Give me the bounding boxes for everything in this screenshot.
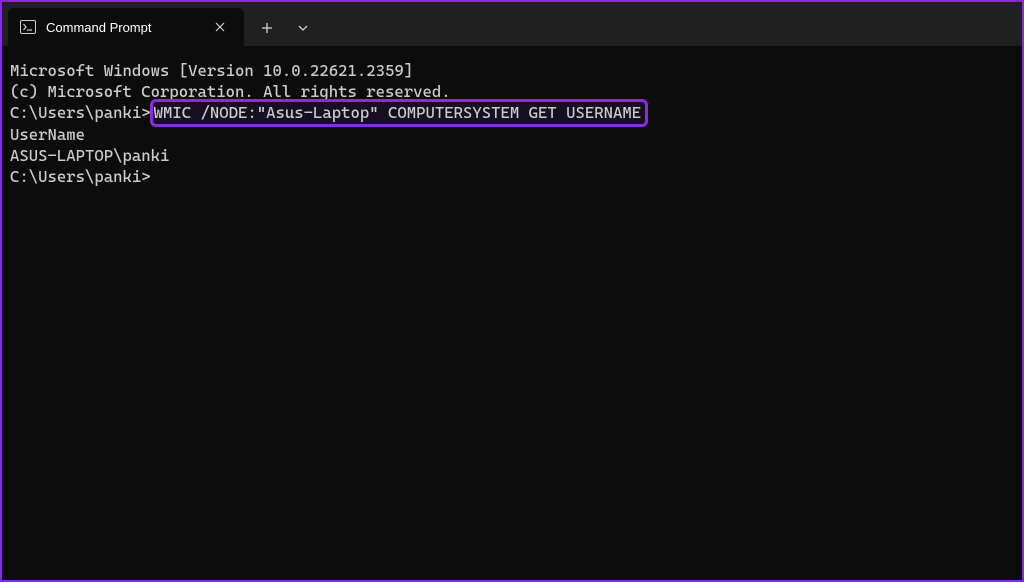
tabbar-actions [244,2,320,46]
highlighted-command: WMIC /NODE:"Asus-Laptop" COMPUTERSYSTEM … [150,99,649,127]
new-tab-button[interactable] [250,13,284,43]
tab-command-prompt[interactable]: Command Prompt [8,8,244,46]
titlebar: Command Prompt [2,2,1022,46]
terminal-line: C:\Users\panki> [10,166,1014,187]
terminal-body[interactable]: Microsoft Windows [Version 10.0.22621.23… [2,46,1022,580]
chevron-down-icon [297,22,309,34]
plus-icon [261,22,273,34]
close-tab-button[interactable] [210,17,230,37]
terminal-line: C:\Users\panki>WMIC /NODE:"Asus-Laptop" … [10,102,1014,124]
terminal-line: ASUS-LAPTOP\panki [10,145,1014,166]
cmd-icon [20,19,36,35]
prompt-text: C:\Users\panki> [10,103,151,122]
terminal-window: Command Prompt Microsoft Win [0,0,1024,582]
terminal-line: UserName [10,124,1014,145]
tab-title: Command Prompt [46,20,151,35]
tab-dropdown-button[interactable] [286,13,320,43]
terminal-line: Microsoft Windows [Version 10.0.22621.23… [10,60,1014,81]
close-icon [215,22,225,32]
